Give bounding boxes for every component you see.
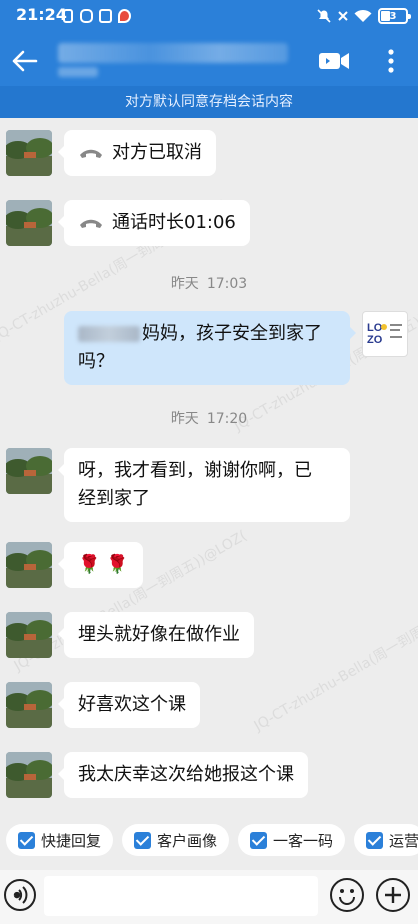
checkbox-icon	[250, 831, 267, 849]
customer-qrcode-chip[interactable]: 一客一码	[238, 824, 346, 856]
back-arrow-icon[interactable]	[8, 44, 42, 78]
emoji-icon[interactable]	[330, 878, 364, 912]
battery-icon: 3	[378, 8, 411, 24]
message-bubble[interactable]: 好喜欢这个课	[58, 682, 200, 728]
chat-subtitle-blurred	[58, 67, 98, 77]
sim-icon	[63, 9, 73, 23]
message-text: 呀，我才看到，谢谢你啊，已	[78, 460, 312, 481]
chat-area[interactable]: JQ-CT-zhuzhu-Bella(周一到周五))@LOZ( JQ-CT-zh…	[0, 118, 418, 810]
x-icon	[338, 11, 348, 21]
message-bubble[interactable]: 通话时长01:06	[58, 200, 250, 246]
contact-avatar[interactable]	[6, 542, 52, 588]
plus-icon[interactable]	[376, 878, 410, 912]
chip-label: 客户画像	[157, 831, 218, 850]
chip-label: 快捷回复	[41, 831, 102, 850]
status-time: 21:24	[16, 5, 67, 24]
time-value: 17:20	[206, 411, 248, 427]
contact-avatar[interactable]	[6, 682, 52, 728]
message-text: 我太庆幸这次给她报这个课	[78, 764, 294, 785]
app-icon	[80, 9, 93, 23]
status-bar: 21:24 3	[0, 0, 418, 36]
location-icon	[118, 9, 131, 23]
wifi-icon	[354, 9, 372, 22]
phone-hangup-icon	[80, 219, 102, 228]
mute-icon	[317, 9, 331, 23]
contact-avatar[interactable]	[6, 612, 52, 658]
rose-emoji: 🌹 🌹	[78, 554, 129, 575]
brand-avatar[interactable]: LO ZO	[362, 311, 408, 357]
time-day: 昨天	[170, 276, 199, 292]
message-bubble[interactable]: 🌹 🌹	[58, 542, 143, 588]
battery-level: 3	[389, 10, 397, 22]
time-day: 昨天	[170, 411, 199, 427]
contact-avatar[interactable]	[6, 448, 52, 494]
contact-avatar[interactable]	[6, 752, 52, 798]
message-bubble-sent[interactable]: 妈妈，孩子安全到家了吗？	[64, 311, 356, 385]
more-vertical-icon[interactable]	[380, 46, 402, 76]
contact-avatar[interactable]	[6, 200, 52, 246]
chip-label: 运营	[389, 831, 418, 850]
message-bubble[interactable]: 我太庆幸这次给她报这个课	[58, 752, 308, 798]
operations-chip[interactable]: 运营	[354, 824, 418, 856]
message-text: 妈妈，孩子安全到家了	[142, 323, 322, 344]
voice-icon[interactable]	[4, 879, 36, 911]
checkbox-icon	[366, 831, 383, 849]
message-bubble[interactable]: 对方已取消	[58, 130, 216, 176]
message-bubble[interactable]: 呀，我才看到，谢谢你啊，已 经到家了	[58, 448, 350, 522]
message-text: 对方已取消	[112, 142, 202, 163]
time-value: 17:03	[206, 276, 248, 292]
logo-line2: ZO	[367, 334, 383, 346]
message-text: 埋头就好像在做作业	[78, 624, 240, 645]
input-bar	[0, 870, 418, 924]
message-input[interactable]	[44, 876, 318, 916]
quick-action-bar: 快捷回复 客户画像 一客一码 运营	[0, 810, 418, 870]
wallet-icon	[99, 9, 112, 23]
quick-reply-chip[interactable]: 快捷回复	[6, 824, 114, 856]
message-bubble[interactable]: 埋头就好像在做作业	[58, 612, 254, 658]
message-text: 好喜欢这个课	[78, 694, 186, 715]
customer-profile-chip[interactable]: 客户画像	[122, 824, 230, 856]
archive-notice: 对方默认同意存档会话内容	[0, 86, 418, 118]
time-separator: 昨天 17:20	[0, 408, 418, 428]
message-text: 通话时长01:06	[112, 212, 236, 233]
checkbox-icon	[18, 831, 35, 849]
contact-avatar[interactable]	[6, 130, 52, 176]
watermark: JQ-CT-zhuzhu-Bella(周一到周五))@LOZ(	[251, 587, 418, 735]
video-call-icon[interactable]	[318, 48, 350, 74]
phone-hangup-icon	[80, 149, 102, 158]
logo-line1: LO	[367, 322, 383, 334]
name-blurred	[78, 326, 140, 342]
checkbox-icon	[134, 831, 151, 849]
chip-label: 一客一码	[273, 831, 334, 850]
message-text: 经到家了	[78, 488, 150, 509]
message-text: 吗？	[78, 351, 114, 372]
app-bar	[0, 36, 418, 86]
time-separator: 昨天 17:03	[0, 273, 418, 293]
chat-title-blurred	[58, 43, 288, 63]
